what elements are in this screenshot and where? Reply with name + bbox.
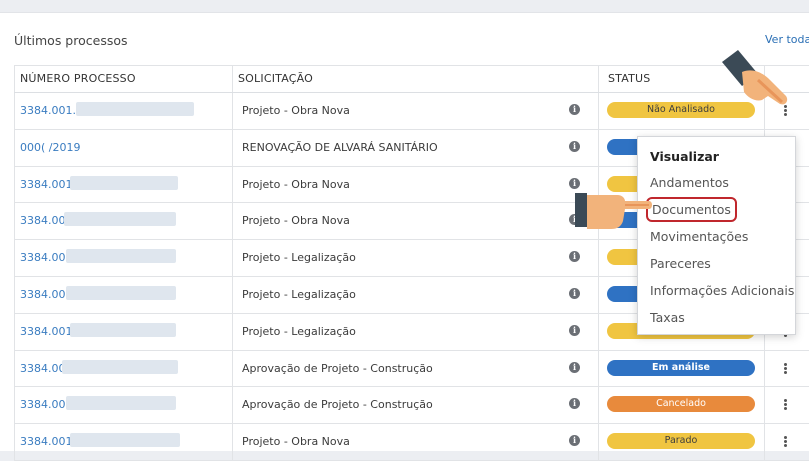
solicitacao-text: Projeto - Obra Nova bbox=[242, 104, 350, 117]
ver-todas-link[interactable]: Ver todas bbox=[765, 33, 809, 46]
header-status: STATUS bbox=[608, 72, 651, 85]
solicitacao-text: Projeto - Legalização bbox=[242, 324, 356, 338]
table-header: NÚMERO PROCESSO SOLICITAÇÃO STATUS bbox=[14, 65, 809, 93]
pointing-hand-icon bbox=[575, 193, 652, 229]
menu-item-documentos[interactable]: Documentos bbox=[646, 197, 737, 222]
solicitacao-text: Aprovação de Projeto - Construção bbox=[242, 361, 433, 375]
table-row[interactable]: 3384.001. Aprovação de Projeto - Construç… bbox=[14, 387, 809, 425]
solicitacao-text: Aprovação de Projeto - Construção bbox=[242, 398, 433, 412]
redacted-block bbox=[70, 322, 176, 337]
kebab-menu-icon[interactable] bbox=[784, 362, 787, 374]
solicitacao-text: Projeto - Obra Nova bbox=[242, 177, 350, 191]
redacted-block bbox=[70, 175, 178, 190]
redacted-block bbox=[66, 285, 176, 300]
process-number-link[interactable]: 3384.001 bbox=[20, 251, 73, 264]
status-badge: Cancelado bbox=[607, 396, 755, 413]
process-number-link[interactable]: 3384.001.0 bbox=[20, 104, 83, 117]
info-icon[interactable]: i bbox=[569, 398, 580, 410]
process-number-link[interactable]: 3384.001 bbox=[20, 288, 73, 301]
header-numero: NÚMERO PROCESSO bbox=[20, 72, 136, 85]
info-icon[interactable]: i bbox=[569, 104, 580, 115]
kebab-menu-icon[interactable] bbox=[784, 436, 787, 448]
table-row[interactable]: 3384.001.0 Projeto - Obra Nova i Não Analis… bbox=[14, 93, 809, 130]
redacted-block bbox=[62, 359, 178, 374]
table-row[interactable]: 3384.001. Projeto - Obra Nova i Parado bbox=[14, 424, 809, 461]
solicitacao-text: Projeto - Legalização bbox=[242, 287, 356, 301]
info-icon[interactable]: i bbox=[569, 140, 580, 152]
solicitacao-text: Projeto - Legalização bbox=[242, 251, 356, 265]
redacted-block bbox=[66, 396, 176, 411]
menu-item-movimentacoes[interactable]: Movimentações bbox=[650, 229, 748, 244]
info-icon[interactable]: i bbox=[569, 287, 580, 299]
status-badge: Parado bbox=[607, 433, 755, 450]
info-icon[interactable]: i bbox=[569, 251, 580, 263]
menu-item-visualizar[interactable]: Visualizar bbox=[650, 149, 719, 164]
menu-item-taxas[interactable]: Taxas bbox=[650, 310, 685, 325]
process-number-link[interactable]: 3384.001. bbox=[20, 435, 76, 448]
info-icon[interactable]: i bbox=[569, 435, 580, 447]
solicitacao-text: Projeto - Obra Nova bbox=[242, 435, 350, 449]
row-action-menu: Visualizar Andamentos Documentos Movimen… bbox=[637, 136, 796, 335]
info-icon[interactable]: i bbox=[569, 324, 580, 336]
process-number-link[interactable]: 3384.001. bbox=[20, 325, 76, 338]
info-icon[interactable]: i bbox=[569, 361, 580, 373]
pointing-hand-icon bbox=[722, 50, 788, 105]
redacted-block bbox=[64, 212, 176, 227]
status-badge: Em análise bbox=[607, 359, 755, 376]
redacted-block bbox=[70, 433, 180, 448]
header-solicitacao: SOLICITAÇÃO bbox=[238, 72, 314, 85]
menu-item-andamentos[interactable]: Andamentos bbox=[650, 175, 729, 190]
solicitacao-text: RENOVAÇÃO DE ALVARÁ SANITÁRIO bbox=[242, 140, 438, 154]
process-number-link[interactable]: 3384.001. bbox=[20, 178, 76, 191]
redacted-block bbox=[76, 102, 194, 116]
menu-item-pareceres[interactable]: Pareceres bbox=[650, 256, 711, 271]
card-title: Últimos processos bbox=[14, 33, 128, 48]
table-row[interactable]: 3384.001 Aprovação de Projeto - Construçã… bbox=[14, 350, 809, 388]
recent-processes-card: Últimos processos Ver todas NÚMERO PROCE… bbox=[0, 12, 809, 461]
menu-item-informacoes-adicionais[interactable]: Informações Adicionais bbox=[650, 283, 794, 298]
solicitacao-text: Projeto - Obra Nova bbox=[242, 214, 350, 228]
kebab-menu-icon[interactable] bbox=[784, 399, 787, 411]
redacted-block bbox=[66, 249, 176, 264]
process-number-link[interactable]: 000( /2019 bbox=[20, 141, 80, 154]
